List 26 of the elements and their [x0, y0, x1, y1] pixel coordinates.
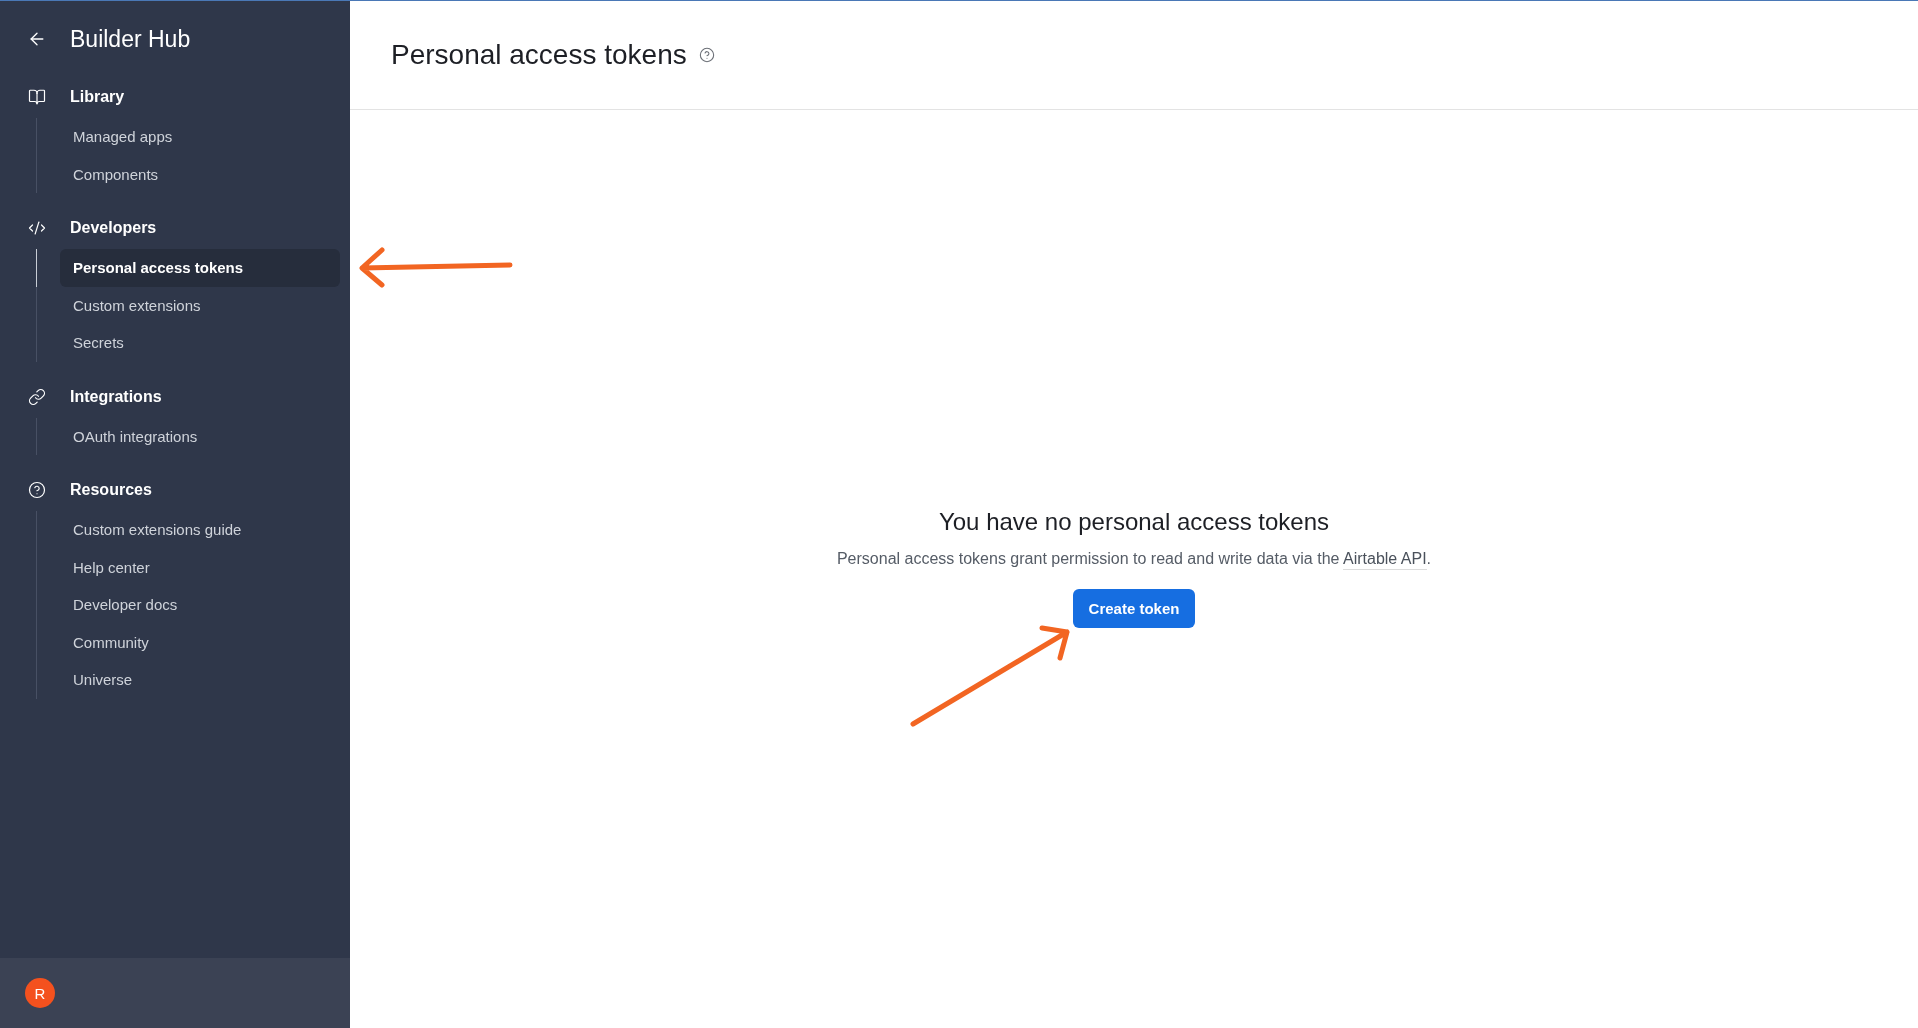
- nav-link[interactable]: Custom extensions guide: [60, 511, 340, 549]
- nav-link[interactable]: Secrets: [60, 324, 340, 362]
- nav-link[interactable]: Developer docs: [60, 586, 340, 624]
- section-heading: Resources: [70, 481, 152, 499]
- code-icon: [28, 219, 46, 237]
- help-icon: [28, 481, 46, 499]
- empty-state-description: Personal access tokens grant permission to read and write data via the Airtable API.: [836, 547, 1432, 570]
- nav-link[interactable]: Help center: [60, 548, 340, 586]
- nav-link[interactable]: Community: [60, 623, 340, 661]
- nav-link[interactable]: OAuth integrations: [60, 417, 340, 455]
- nav-link[interactable]: Personal access tokens: [60, 249, 340, 287]
- section-heading: Library: [70, 88, 125, 106]
- page-title: Personal access tokens: [391, 39, 687, 71]
- nav-link[interactable]: Managed apps: [60, 118, 340, 156]
- help-icon[interactable]: [698, 47, 715, 63]
- nav-link[interactable]: Universe: [60, 661, 340, 699]
- empty-state-heading: You have no personal access tokens: [938, 506, 1329, 537]
- nav-link[interactable]: Components: [60, 155, 340, 193]
- section-heading: Developers: [70, 219, 157, 237]
- nav-link[interactable]: Custom extensions: [60, 286, 340, 324]
- api-link[interactable]: Airtable API: [1343, 549, 1427, 570]
- book-icon: [28, 88, 46, 106]
- section-heading: Integrations: [70, 387, 162, 406]
- sidebar-title: Builder Hub: [70, 25, 191, 53]
- create-token-button[interactable]: Create token: [1072, 588, 1196, 628]
- link-icon: [28, 387, 46, 406]
